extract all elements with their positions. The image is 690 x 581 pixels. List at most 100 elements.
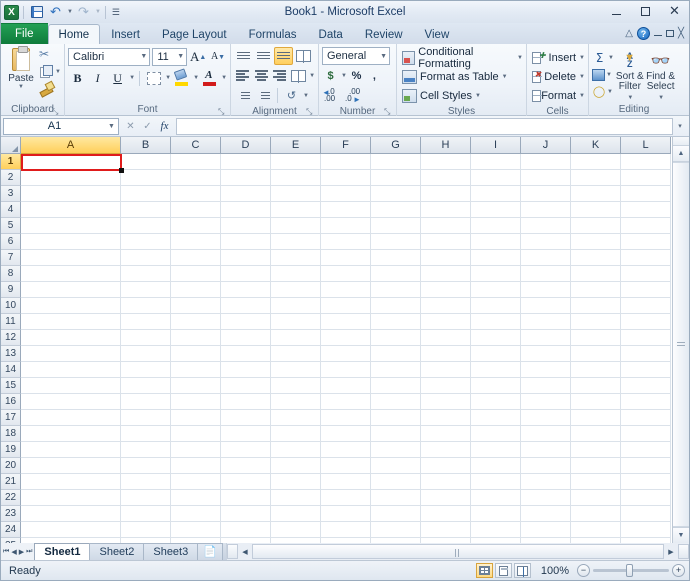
cell-F2[interactable] xyxy=(321,170,371,186)
cells-region[interactable] xyxy=(21,154,672,543)
autosum-dropdown-icon[interactable]: ▼ xyxy=(608,55,614,61)
align-left-button[interactable] xyxy=(234,67,252,85)
row-header-19[interactable]: 19 xyxy=(1,442,21,458)
cell-I13[interactable] xyxy=(471,346,521,362)
cell-F21[interactable] xyxy=(321,474,371,490)
cell-L4[interactable] xyxy=(621,202,671,218)
cell-J7[interactable] xyxy=(521,250,571,266)
row-header-12[interactable]: 12 xyxy=(1,330,21,346)
row-header-5[interactable]: 5 xyxy=(1,218,21,234)
cell-F9[interactable] xyxy=(321,282,371,298)
cell-B11[interactable] xyxy=(121,314,171,330)
select-all-button[interactable] xyxy=(1,137,21,154)
copy-dropdown-icon[interactable]: ▼ xyxy=(55,69,61,75)
cell-A2[interactable] xyxy=(21,170,121,186)
cell-E20[interactable] xyxy=(271,458,321,474)
tab-home[interactable]: Home xyxy=(47,24,101,44)
cell-J22[interactable] xyxy=(521,490,571,506)
column-header-h[interactable]: H xyxy=(421,137,471,154)
cell-C10[interactable] xyxy=(171,298,221,314)
cell-H25[interactable] xyxy=(421,538,471,543)
cell-E5[interactable] xyxy=(271,218,321,234)
cell-L22[interactable] xyxy=(621,490,671,506)
cell-E17[interactable] xyxy=(271,410,321,426)
cell-B15[interactable] xyxy=(121,378,171,394)
cell-K8[interactable] xyxy=(571,266,621,282)
vertical-scrollbar[interactable]: ▲ ▼ xyxy=(672,137,689,543)
cell-A18[interactable] xyxy=(21,426,121,442)
merge-dropdown-icon[interactable]: ▼ xyxy=(309,73,315,79)
undo-dropdown-icon[interactable]: ▼ xyxy=(67,9,73,15)
cell-A15[interactable] xyxy=(21,378,121,394)
cell-J11[interactable] xyxy=(521,314,571,330)
fill-dropdown-icon[interactable]: ▼ xyxy=(606,72,612,78)
expand-formula-bar-icon[interactable]: ▾ xyxy=(673,122,687,130)
middle-align-button[interactable] xyxy=(254,47,273,65)
format-painter-button[interactable] xyxy=(38,80,61,95)
row-header-23[interactable]: 23 xyxy=(1,506,21,522)
cell-K2[interactable] xyxy=(571,170,621,186)
cell-E19[interactable] xyxy=(271,442,321,458)
cell-E15[interactable] xyxy=(271,378,321,394)
orientation-button[interactable] xyxy=(294,47,313,65)
cell-K19[interactable] xyxy=(571,442,621,458)
clipboard-dialog-launcher[interactable]: ⤡ xyxy=(52,107,61,116)
zoom-slider-knob[interactable] xyxy=(626,564,634,577)
document-restore-button[interactable] xyxy=(665,30,674,37)
cell-styles-dropdown-icon[interactable]: ▼ xyxy=(475,93,481,99)
cell-E7[interactable] xyxy=(271,250,321,266)
cell-H10[interactable] xyxy=(421,298,471,314)
cell-I14[interactable] xyxy=(471,362,521,378)
hscroll-right-end[interactable] xyxy=(678,544,689,559)
cell-D1[interactable] xyxy=(221,154,271,170)
cell-A21[interactable] xyxy=(21,474,121,490)
cell-K21[interactable] xyxy=(571,474,621,490)
cell-B13[interactable] xyxy=(121,346,171,362)
cell-D5[interactable] xyxy=(221,218,271,234)
cell-H16[interactable] xyxy=(421,394,471,410)
cell-G13[interactable] xyxy=(371,346,421,362)
cell-H24[interactable] xyxy=(421,522,471,538)
row-header-18[interactable]: 18 xyxy=(1,426,21,442)
cell-H11[interactable] xyxy=(421,314,471,330)
cell-F25[interactable] xyxy=(321,538,371,543)
scroll-down-button[interactable]: ▼ xyxy=(673,527,689,543)
cell-G12[interactable] xyxy=(371,330,421,346)
cell-E1[interactable] xyxy=(271,154,321,170)
cell-I23[interactable] xyxy=(471,506,521,522)
cell-J25[interactable] xyxy=(521,538,571,543)
merge-center-button[interactable] xyxy=(290,67,308,85)
cell-D21[interactable] xyxy=(221,474,271,490)
cell-J12[interactable] xyxy=(521,330,571,346)
cell-J3[interactable] xyxy=(521,186,571,202)
tab-insert[interactable]: Insert xyxy=(100,24,151,44)
vertical-scroll-thumb[interactable] xyxy=(673,162,689,527)
cell-D8[interactable] xyxy=(221,266,271,282)
column-header-f[interactable]: F xyxy=(321,137,371,154)
cell-styles-button[interactable]: Cell Styles ▼ xyxy=(400,86,523,105)
cell-J5[interactable] xyxy=(521,218,571,234)
row-header-14[interactable]: 14 xyxy=(1,362,21,378)
cell-J6[interactable] xyxy=(521,234,571,250)
cell-G6[interactable] xyxy=(371,234,421,250)
cell-B4[interactable] xyxy=(121,202,171,218)
cell-K7[interactable] xyxy=(571,250,621,266)
cell-G11[interactable] xyxy=(371,314,421,330)
cell-C12[interactable] xyxy=(171,330,221,346)
cell-J8[interactable] xyxy=(521,266,571,282)
cell-L18[interactable] xyxy=(621,426,671,442)
delete-cells-button[interactable]: ✖ Delete ▼ xyxy=(530,67,585,86)
find-select-dropdown-icon[interactable]: ▼ xyxy=(658,95,664,101)
cell-J23[interactable] xyxy=(521,506,571,522)
row-header-9[interactable]: 9 xyxy=(1,282,21,298)
cell-L24[interactable] xyxy=(621,522,671,538)
cell-F22[interactable] xyxy=(321,490,371,506)
cell-C15[interactable] xyxy=(171,378,221,394)
horizontal-scroll-thumb[interactable] xyxy=(251,544,664,559)
cell-L3[interactable] xyxy=(621,186,671,202)
cell-K18[interactable] xyxy=(571,426,621,442)
cell-B22[interactable] xyxy=(121,490,171,506)
clear-dropdown-icon[interactable]: ▼ xyxy=(607,89,613,95)
decrease-indent-button[interactable] xyxy=(234,87,253,105)
cell-C20[interactable] xyxy=(171,458,221,474)
